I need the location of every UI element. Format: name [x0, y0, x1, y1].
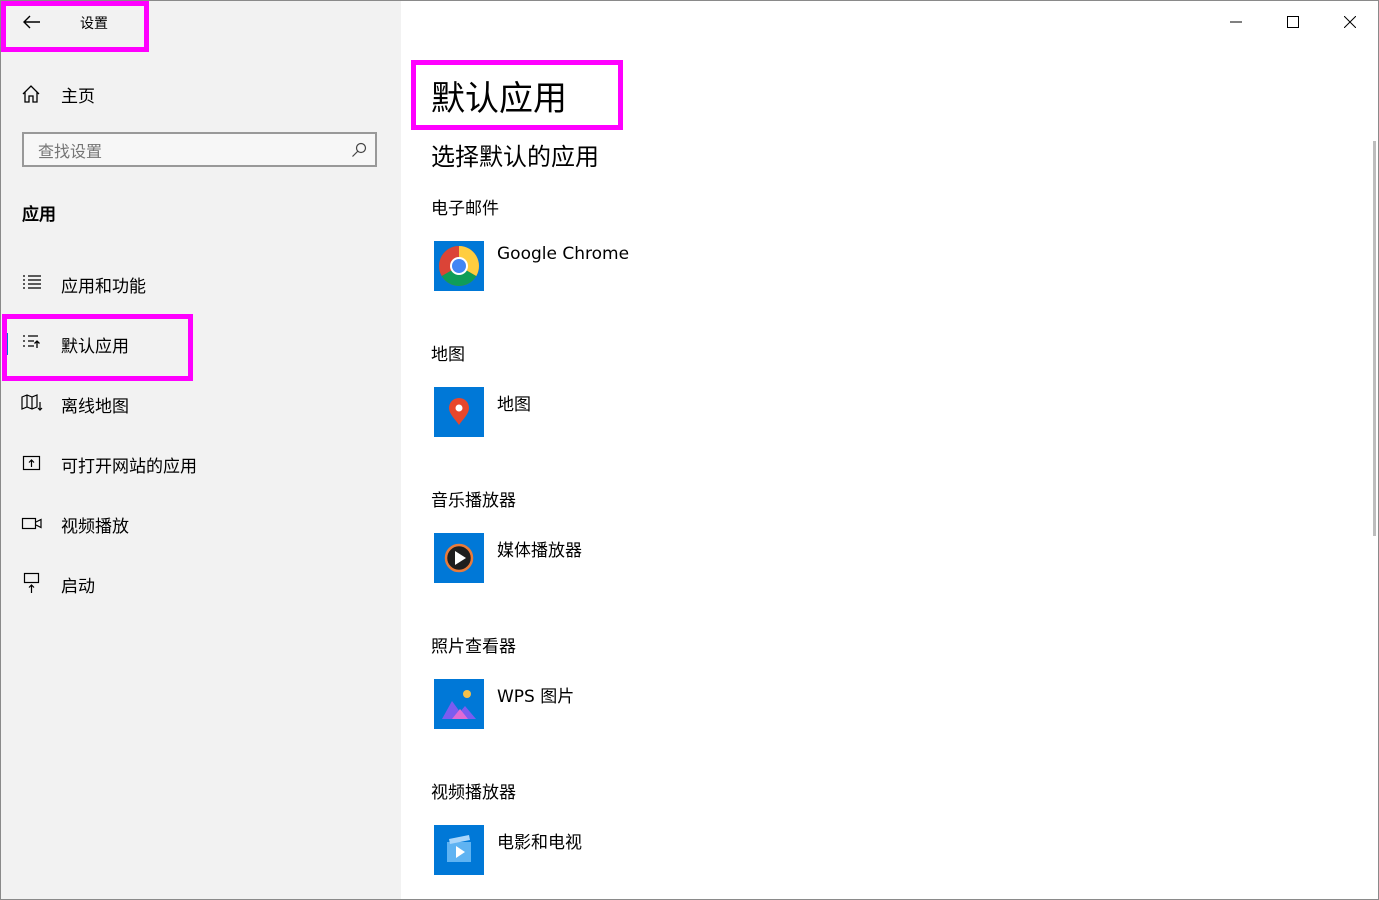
- app-name: Google Chrome: [497, 244, 630, 264]
- window-controls: [1207, 1, 1378, 45]
- maximize-button[interactable]: [1264, 1, 1321, 43]
- sidebar-item-offline-maps[interactable]: 离线地图: [1, 383, 401, 423]
- sidebar-item-label: 启动: [61, 577, 95, 597]
- minimize-button[interactable]: [1207, 1, 1264, 43]
- sidebar-item-label: 视频播放: [61, 517, 129, 537]
- default-app-photo-viewer[interactable]: WPS 图片: [434, 679, 854, 731]
- sidebar-item-label: 默认应用: [61, 337, 129, 357]
- default-app-email[interactable]: Google Chrome: [434, 241, 854, 293]
- apps-features-icon: [21, 273, 43, 293]
- scrollbar[interactable]: [1373, 141, 1376, 536]
- sidebar-item-label: 离线地图: [61, 397, 129, 417]
- category-label-maps: 地图: [431, 345, 465, 365]
- home-icon: [22, 85, 40, 103]
- default-app-video-player[interactable]: 电影和电视: [434, 825, 854, 877]
- category-label-video-player: 视频播放器: [431, 783, 516, 803]
- default-app-maps[interactable]: 地图: [434, 387, 854, 439]
- settings-window: 设置 主页 应用 应用和功能: [0, 0, 1379, 900]
- app-title: 设置: [80, 16, 108, 32]
- search-input[interactable]: [38, 142, 338, 161]
- app-name: WPS 图片: [497, 687, 575, 707]
- default-app-music-player[interactable]: 媒体播放器: [434, 533, 854, 585]
- sidebar-item-apps-features[interactable]: 应用和功能: [1, 263, 401, 303]
- sidebar-item-video-playback[interactable]: 视频播放: [1, 503, 401, 543]
- close-button[interactable]: [1321, 1, 1378, 43]
- chrome-icon: [434, 241, 484, 291]
- sidebar: 设置 主页 应用 应用和功能: [1, 1, 401, 899]
- back-button[interactable]: [15, 7, 49, 37]
- search-box[interactable]: [22, 132, 377, 167]
- sidebar-item-default-apps[interactable]: 默认应用: [1, 323, 401, 363]
- app-name: 地图: [497, 395, 531, 415]
- sidebar-item-apps-for-websites[interactable]: 可打开网站的应用: [1, 443, 401, 483]
- sidebar-item-label: 可打开网站的应用: [61, 457, 197, 477]
- category-label-email: 电子邮件: [431, 199, 499, 219]
- titlebar-left: 设置: [1, 1, 401, 45]
- video-playback-icon: [21, 513, 43, 533]
- default-apps-icon: [21, 333, 43, 353]
- app-name: 电影和电视: [497, 833, 582, 853]
- startup-icon: [21, 572, 43, 593]
- category-label-music-player: 音乐播放器: [431, 491, 516, 511]
- close-icon: [1343, 16, 1356, 28]
- maximize-icon: [1286, 16, 1299, 28]
- sidebar-item-label: 应用和功能: [61, 277, 146, 297]
- sidebar-item-home[interactable]: 主页: [21, 79, 381, 109]
- page-subtitle: 选择默认的应用: [431, 143, 599, 171]
- category-label-photo-viewer: 照片查看器: [431, 637, 516, 657]
- sidebar-item-startup[interactable]: 启动: [1, 563, 401, 603]
- search-icon[interactable]: [351, 142, 367, 158]
- media-player-icon: [434, 533, 484, 583]
- maps-pin-icon: [434, 387, 484, 437]
- page-title: 默认应用: [431, 79, 567, 119]
- offline-maps-icon: [21, 393, 43, 413]
- movies-tv-icon: [434, 825, 484, 875]
- app-name: 媒体播放器: [497, 541, 582, 561]
- apps-for-websites-icon: [21, 453, 43, 473]
- back-arrow-icon: [23, 15, 40, 29]
- section-header-apps: 应用: [22, 205, 56, 225]
- main-content: 默认应用 选择默认的应用 电子邮件 Google Chrome 地图 地图 音乐…: [401, 1, 1378, 899]
- wps-pictures-icon: [434, 679, 484, 729]
- minimize-icon: [1229, 21, 1242, 23]
- sidebar-item-label: 主页: [61, 86, 95, 107]
